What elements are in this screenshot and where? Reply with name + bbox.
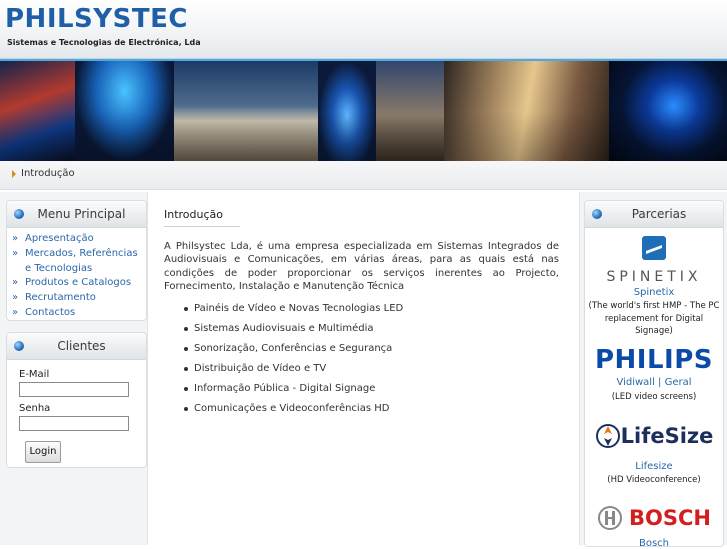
list-item: Comunicações e Videoconferências HD [180, 402, 403, 422]
main-menu-list: » Apresentação » Mercados, Referências e T… [7, 228, 146, 321]
double-chevron-icon: » [12, 247, 19, 259]
menu-item-produtos[interactable]: » Produtos e Catalogos [7, 276, 146, 291]
banner-photo-led-atrium [0, 61, 75, 161]
partners-title: Parcerias [631, 207, 687, 221]
banner-photo-building-screen [174, 61, 318, 161]
email-label: E-Mail [19, 369, 50, 380]
menu-item-contactos[interactable]: » Contactos [7, 306, 146, 321]
spinetix-wordmark[interactable]: SPINETIX [585, 269, 723, 285]
menu-item-recrutamento[interactable]: » Recrutamento [7, 291, 146, 306]
partners-box: Parcerias SPINETIX Spinetix (The world's… [584, 200, 724, 549]
page-title: Introdução [164, 208, 224, 221]
bullet-dot-icon [184, 367, 188, 371]
company-tagline: Sistemas e Tecnologias de Electrónica, L… [7, 38, 201, 47]
partners-header: Parcerias [585, 201, 723, 228]
main-menu-title: Menu Principal [37, 207, 126, 221]
partner-bosch-link[interactable]: Bosch [585, 538, 723, 549]
main-menu-box: Menu Principal » Apresentação » Mercados, … [6, 200, 147, 321]
photo-banner [0, 59, 727, 161]
list-item: Painéis de Vídeo e Novas Tecnologias LED [180, 302, 403, 322]
breadcrumb-arrow-icon [12, 170, 16, 178]
bullet-dot-icon [184, 407, 188, 411]
lifesize-icon [595, 424, 620, 448]
partner-spinetix-link[interactable]: Spinetix [585, 287, 723, 298]
list-item: Sonorização, Conferências e Segurança [180, 342, 403, 362]
list-item: Informação Pública - Digital Signage [180, 382, 403, 402]
list-item: Distribuição de Vídeo e TV [180, 362, 403, 382]
partner-lifesize-desc: (HD Videoconference) [607, 475, 701, 485]
partner-spinetix-desc: (The world's first HMP - The PC replacem… [588, 301, 720, 336]
bosch-icon [598, 506, 622, 530]
partner-philips-link[interactable]: Vidiwall | Geral [585, 377, 723, 388]
left-sidebar: Menu Principal » Apresentação » Mercados, … [0, 192, 148, 545]
bosch-wordmark: BOSCH [629, 506, 711, 530]
bullet-dot-icon [184, 347, 188, 351]
partner-lifesize-link[interactable]: Lifesize [585, 461, 723, 472]
menu-item-mercados[interactable]: » Mercados, Referências e Tecnologias [7, 247, 146, 277]
philips-logo[interactable]: PHILIPS [585, 345, 723, 375]
banner-photo-ferris-wheel [609, 61, 727, 161]
banner-photo-led-ceiling [75, 61, 174, 161]
password-label: Senha [19, 403, 51, 414]
site-header: PHILSYSTEC Sistemas e Tecnologias de Ele… [0, 0, 727, 59]
login-button[interactable]: Login [25, 441, 61, 463]
email-field[interactable] [19, 382, 129, 397]
double-chevron-icon: » [12, 306, 19, 318]
menu-item-apresentacao[interactable]: » Apresentação [7, 232, 146, 247]
spinetix-logo[interactable] [585, 235, 723, 265]
bosch-logo[interactable]: BOSCH [585, 505, 723, 535]
intro-paragraph: A Philsystec Lda, é uma empresa especial… [164, 241, 559, 293]
company-logo[interactable]: PHILSYSTEC [5, 4, 188, 34]
double-chevron-icon: » [12, 292, 19, 304]
double-chevron-icon: » [12, 277, 19, 289]
title-underline [164, 226, 240, 227]
breadcrumb: Introdução [0, 161, 727, 190]
banner-photo-tower [318, 61, 376, 161]
bullet-dot-icon [184, 387, 188, 391]
list-item: Sistemas Audiovisuais e Multimédia [180, 322, 403, 342]
bullet-dot-icon [184, 327, 188, 331]
lifesize-logo[interactable]: LifeSize [585, 423, 723, 453]
banner-photo-corridor [444, 61, 609, 161]
main-menu-header: Menu Principal [7, 201, 146, 228]
lifesize-wordmark: LifeSize [620, 424, 714, 448]
clients-header: Clientes [7, 333, 146, 360]
breadcrumb-current[interactable]: Introdução [21, 168, 75, 179]
password-field[interactable] [19, 416, 129, 431]
main-content: Introdução A Philsystec Lda, é uma empre… [148, 192, 579, 545]
clients-title: Clientes [57, 339, 106, 353]
banner-photo-dome [376, 61, 444, 161]
right-sidebar: Parcerias SPINETIX Spinetix (The world's… [579, 192, 727, 549]
clients-login-box: Clientes E-Mail Senha Login [6, 332, 147, 468]
partner-philips-desc: (LED video screens) [611, 392, 697, 402]
features-list: Painéis de Vídeo e Novas Tecnologias LED… [180, 302, 403, 422]
bullet-dot-icon [184, 307, 188, 311]
spinetix-icon [642, 236, 666, 260]
double-chevron-icon: » [12, 233, 19, 244]
